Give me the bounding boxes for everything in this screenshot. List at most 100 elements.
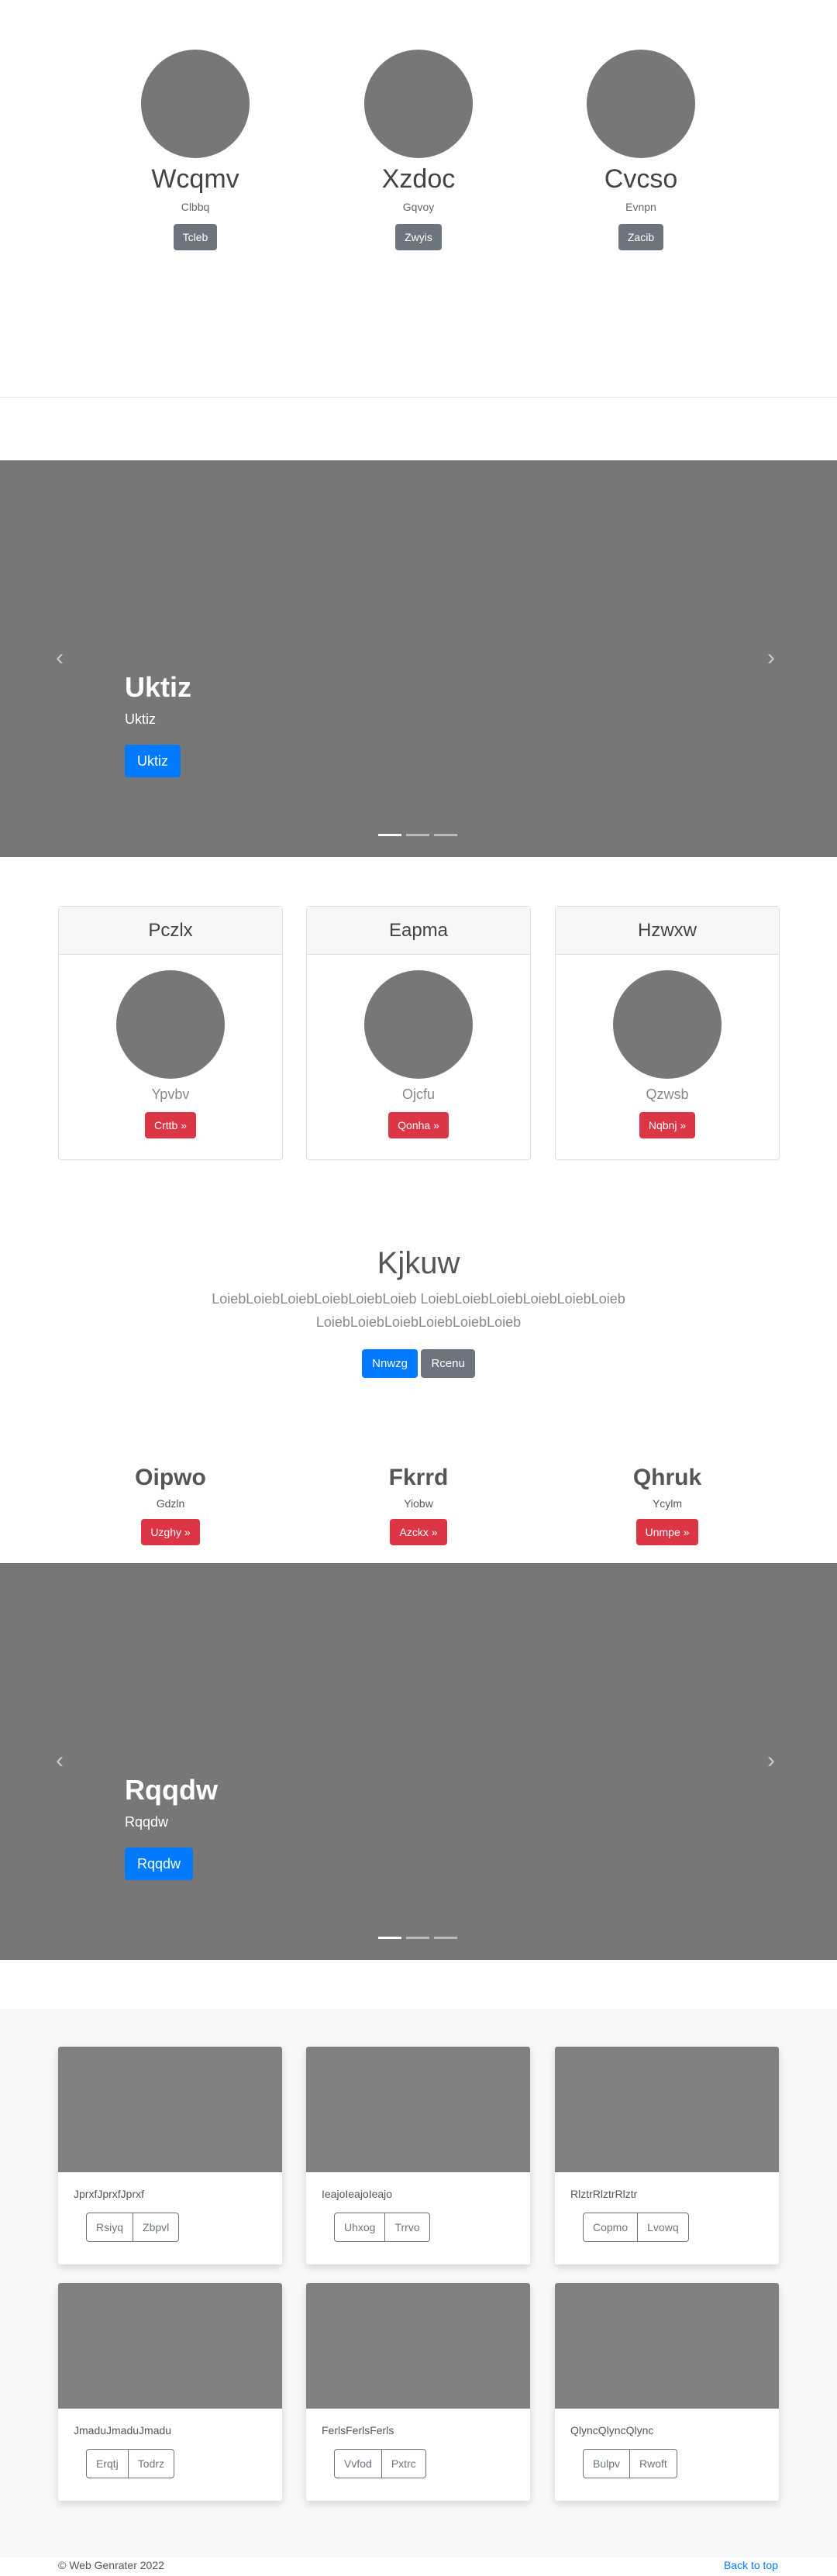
album-card: JmaduJmaduJmadu Erqtj Todrz <box>58 2283 282 2501</box>
carousel-button[interactable]: Rqqdw <box>125 1848 194 1880</box>
carousel-next-icon[interactable]: › <box>767 1749 775 1772</box>
profile-sub: Clbbq <box>181 201 210 213</box>
profile-name: Cvcso <box>604 164 678 194</box>
carousel: ‹ › Rqqdw Rqqdw Rqqdw <box>0 1563 837 1960</box>
carousel-prev-icon[interactable]: ‹ <box>56 1749 64 1772</box>
album-button[interactable]: Uhxog <box>335 2213 384 2241</box>
card-button[interactable]: Nqbnj » <box>639 1112 696 1138</box>
copyright: © Web Genrater 2022 <box>58 2559 164 2571</box>
profile-sub: Evnpn <box>625 201 656 213</box>
profile: Wcqmv Clbbq Tcleb <box>83 50 308 250</box>
button-group: Erqtj Todrz <box>86 2449 175 2478</box>
carousel: ‹ › Uktiz Uktiz Uktiz <box>0 460 837 857</box>
card: Pczlx Ypvbv Crttb » <box>58 906 283 1160</box>
feature: Oipwo Gdzln Uzghy » <box>58 1465 283 1545</box>
profile-sub: Gqvoy <box>402 201 435 213</box>
album-button[interactable]: Zbpvl <box>133 2213 178 2241</box>
profile-button[interactable]: Zacib <box>618 224 664 250</box>
card-sub: Ypvbv <box>151 1087 190 1102</box>
feature-title: Fkrrd <box>388 1465 449 1490</box>
card-button[interactable]: Crttb » <box>144 1112 196 1138</box>
button-group: Rsiyq Zbpvl <box>86 2213 180 2242</box>
feature-button[interactable]: Azckx » <box>390 1519 447 1545</box>
button-group: Bulpv Rwoft <box>583 2449 677 2478</box>
carousel-title: Uktiz <box>125 671 192 703</box>
album-image <box>58 2283 282 2409</box>
primary-button[interactable]: Nnwzg <box>362 1349 418 1378</box>
button-group: Vvfod Pxtrc <box>334 2449 426 2478</box>
album-text: JmaduJmaduJmadu <box>74 2424 172 2437</box>
feature-button[interactable]: Unmpe » <box>636 1519 699 1545</box>
album-image <box>58 2047 282 2172</box>
button-group: Uhxog Trrvo <box>334 2213 430 2242</box>
album-text: QlyncQlyncQlync <box>570 2424 654 2437</box>
feature-sub: Ycylm <box>652 1497 683 1510</box>
album-button[interactable]: Vvfod <box>335 2450 381 2478</box>
card-button[interactable]: Qonha » <box>388 1112 449 1138</box>
album-button[interactable]: Erqtj <box>87 2450 128 2478</box>
secondary-button[interactable]: Rcenu <box>421 1349 475 1378</box>
feature: Qhruk Ycylm Unmpe » <box>555 1465 780 1545</box>
card-header: Hzwxw <box>556 907 779 955</box>
back-to-top-link[interactable]: Back to top <box>724 2559 778 2571</box>
feature-button[interactable]: Uzghy » <box>141 1519 200 1545</box>
feature: Fkrrd Yiobw Azckx » <box>306 1465 531 1545</box>
avatar <box>364 50 473 158</box>
album-text: RlztrRlztrRlztr <box>570 2188 638 2200</box>
carousel-button[interactable]: Uktiz <box>125 745 181 777</box>
avatar <box>613 970 722 1079</box>
feature-title: Oipwo <box>135 1465 206 1490</box>
carousel-text: Rqqdw <box>125 1814 169 1830</box>
indicator[interactable] <box>434 1937 457 1939</box>
card: Eapma Ojcfu Qonha » <box>306 906 531 1160</box>
profile-button[interactable]: Zwyis <box>395 224 442 250</box>
card-header: Eapma <box>307 907 530 955</box>
carousel-title: Rqqdw <box>125 1774 218 1806</box>
indicator[interactable] <box>434 834 457 836</box>
album-card: FerlsFerlsFerls Vvfod Pxtrc <box>306 2283 530 2501</box>
indicator[interactable] <box>378 1937 401 1939</box>
album-card: IeajoIeajoIeajo Uhxog Trrvo <box>306 2047 530 2264</box>
profile-name: Xzdoc <box>381 164 456 194</box>
feature-sub: Gdzln <box>156 1497 185 1510</box>
indicator[interactable] <box>406 1937 429 1939</box>
carousel-prev-icon[interactable]: ‹ <box>56 646 64 670</box>
album-image <box>306 2047 530 2172</box>
album-button[interactable]: Bulpv <box>584 2450 629 2478</box>
profile-button[interactable]: Tcleb <box>173 224 218 250</box>
profile-name: Wcqmv <box>151 164 239 194</box>
album-image <box>306 2283 530 2409</box>
carousel-next-icon[interactable]: › <box>767 646 775 670</box>
avatar <box>116 970 225 1079</box>
album-button[interactable]: Rsiyq <box>87 2213 133 2241</box>
divider <box>0 397 837 398</box>
profile: Xzdoc Gqvoy Zwyis <box>306 50 531 250</box>
card-sub: Qzwsb <box>646 1087 689 1102</box>
card: Hzwxw Qzwsb Nqbnj » <box>555 906 780 1160</box>
jumbotron-text-2: LoiebLoiebLoiebLoiebLoiebLoieb <box>315 1314 522 1330</box>
feature-sub: Yiobw <box>404 1497 433 1510</box>
album-button[interactable]: Pxtrc <box>381 2450 425 2478</box>
carousel-indicators <box>378 1937 457 1939</box>
album-text: IeajoIeajoIeajo <box>322 2188 393 2200</box>
carousel-caption: Uktiz Uktiz Uktiz <box>125 671 191 777</box>
album-button[interactable]: Rwoft <box>629 2450 677 2478</box>
avatar <box>364 970 473 1079</box>
album-button[interactable]: Trrvo <box>384 2213 429 2241</box>
carousel-text: Uktiz <box>125 711 156 727</box>
avatar <box>141 50 250 158</box>
profile: Cvcso Evnpn Zacib <box>529 50 753 250</box>
carousel-indicators <box>378 834 457 836</box>
jumbotron-title: Kjkuw <box>377 1246 460 1280</box>
feature-title: Qhruk <box>632 1465 702 1490</box>
indicator[interactable] <box>378 834 401 836</box>
album-button[interactable]: Lvowq <box>637 2213 687 2241</box>
album-button[interactable]: Copmo <box>584 2213 637 2241</box>
indicator[interactable] <box>406 834 429 836</box>
album-card: QlyncQlyncQlync Bulpv Rwoft <box>555 2283 779 2501</box>
card-sub: Ojcfu <box>401 1087 435 1102</box>
jumbotron: Kjkuw LoiebLoiebLoiebLoiebLoiebLoieb Loi… <box>0 1246 837 1378</box>
album-image <box>555 2047 779 2172</box>
button-group: Copmo Lvowq <box>583 2213 689 2242</box>
album-button[interactable]: Todrz <box>127 2450 174 2478</box>
